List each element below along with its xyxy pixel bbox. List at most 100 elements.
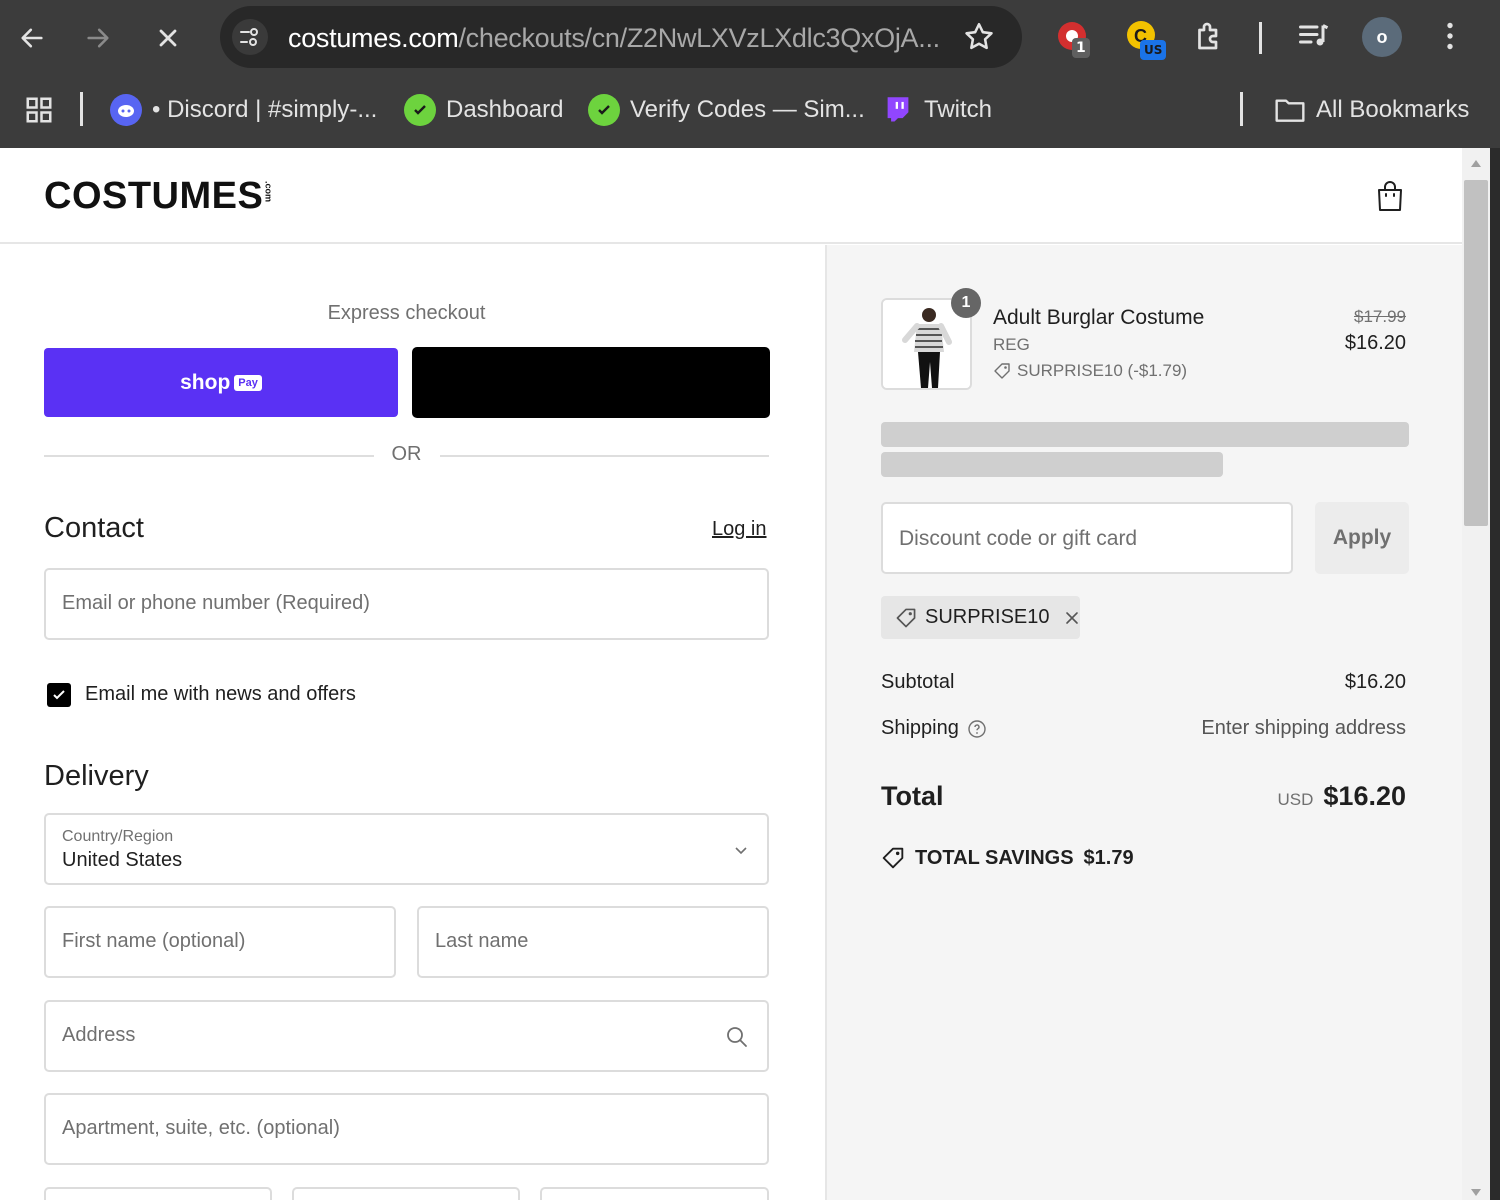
address-bar[interactable]: costumes.com/checkouts/cn/Z2NwLXVzLXdlc3…	[220, 6, 1022, 68]
original-price: $17.99	[1354, 307, 1406, 326]
email-field[interactable]: Email or phone number (Required)	[44, 568, 769, 640]
email-placeholder: Email or phone number (Required)	[62, 592, 370, 614]
apply-button[interactable]: Apply	[1315, 502, 1409, 574]
shop-pay-button[interactable]: shop Pay	[44, 348, 398, 417]
or-divider: OR	[44, 443, 769, 467]
discount-code-input[interactable]: Discount code or gift card	[881, 502, 1293, 574]
tag-icon	[896, 608, 916, 627]
folder-icon	[1275, 99, 1305, 122]
url-host: costumes.com	[288, 23, 459, 53]
login-link[interactable]: Log in	[712, 518, 767, 541]
bookmark-twitch[interactable]: Twitch	[882, 92, 992, 128]
all-bookmarks-button[interactable]: All Bookmarks	[1274, 92, 1469, 128]
shop-pay-label: shop	[180, 370, 231, 394]
scroll-down-icon[interactable]	[1470, 1188, 1482, 1198]
apartment-field[interactable]: Apartment, suite, etc. (optional)	[44, 1093, 769, 1165]
currency-code: USD	[1277, 790, 1314, 809]
bookmark-star-icon[interactable]	[962, 20, 996, 54]
product-discount: SURPRISE10 (-$1.79)	[993, 361, 1187, 381]
url-text[interactable]: costumes.com/checkouts/cn/Z2NwLXVzLXdlc3…	[288, 23, 940, 54]
twitch-icon	[882, 94, 914, 126]
apps-grid-icon	[26, 97, 52, 123]
check-badge-icon	[404, 94, 436, 126]
menu-kebab-icon[interactable]	[1432, 18, 1472, 58]
bookmarks-divider	[80, 92, 83, 126]
applied-code-chip: SURPRISE10	[881, 596, 1080, 639]
state-field[interactable]	[292, 1187, 520, 1200]
scrollbar-thumb[interactable]	[1464, 180, 1488, 526]
loading-skeleton	[881, 422, 1409, 447]
checkmark-icon	[53, 690, 65, 700]
extensions-puzzle-icon[interactable]	[1192, 18, 1232, 58]
bookmark-discord[interactable]: • Discord | #simply-...	[110, 92, 377, 128]
extension-badge: US	[1140, 40, 1167, 60]
product-variant: REG	[993, 335, 1030, 354]
first-name-field[interactable]: First name (optional)	[44, 906, 396, 978]
site-logo[interactable]: COSTUMES .com	[44, 175, 273, 218]
tag-icon	[882, 847, 904, 869]
shopping-bag-icon[interactable]	[1376, 179, 1404, 213]
checkout-form: Express checkout shop Pay OR Contact Log…	[0, 245, 825, 1200]
shipping-label: Shipping	[881, 717, 959, 739]
logo-suffix: .com	[263, 181, 274, 203]
bookmark-label: Verify Codes — Sim...	[630, 96, 865, 123]
help-circle-icon[interactable]	[967, 719, 987, 739]
item-price: $16.20	[1344, 332, 1406, 354]
red-extension-icon[interactable]: 1	[1054, 18, 1094, 58]
logo-text: COSTUMES	[44, 175, 264, 217]
tune-icon	[240, 28, 258, 46]
scroll-up-icon[interactable]	[1470, 158, 1482, 168]
bookmark-verify-codes[interactable]: Verify Codes — Sim...	[588, 92, 865, 128]
apartment-placeholder: Apartment, suite, etc. (optional)	[62, 1117, 340, 1139]
total-label: Total	[881, 781, 944, 811]
zip-field[interactable]	[540, 1187, 769, 1200]
product-name: Adult Burglar Costume	[993, 306, 1205, 329]
window-edge	[1490, 148, 1500, 1200]
checkout-page: COSTUMES .com Express checkout shop Pay O…	[0, 148, 1462, 1200]
forward-button[interactable]	[78, 18, 118, 58]
search-icon	[727, 1027, 747, 1047]
bookmarks-divider	[1240, 92, 1243, 126]
express-pay-button[interactable]	[412, 347, 770, 418]
back-button[interactable]	[12, 18, 52, 58]
savings-label: TOTAL SAVINGS	[915, 846, 1074, 869]
apps-button[interactable]	[24, 92, 54, 128]
shipping-value: Enter shipping address	[1201, 717, 1406, 739]
country-select[interactable]: Country/Region United States	[44, 813, 769, 885]
country-value: United States	[62, 849, 183, 871]
product-discount-text: SURPRISE10 (-$1.79)	[1017, 361, 1188, 380]
discount-code-placeholder: Discount code or gift card	[899, 527, 1138, 550]
delivery-heading: Delivery	[44, 760, 149, 792]
city-field[interactable]	[44, 1187, 272, 1200]
total-amount: USD $16.20	[1278, 781, 1407, 812]
media-queue-icon[interactable]	[1296, 18, 1336, 58]
bookmark-label: Dashboard	[446, 96, 564, 123]
yellow-extension-icon[interactable]: C US	[1124, 18, 1167, 60]
bookmark-label: • Discord | #simply-...	[152, 96, 378, 123]
news-checkbox[interactable]	[47, 683, 71, 707]
total-savings: TOTAL SAVINGS $1.79	[881, 846, 1134, 870]
url-path: /checkouts/cn/Z2NwLXVzLXdlc3QxOjA...	[458, 23, 940, 53]
applied-code-text: SURPRISE10	[925, 606, 1050, 628]
bookmark-dashboard[interactable]: Dashboard	[404, 92, 563, 128]
country-label: Country/Region	[62, 828, 174, 845]
stop-loading-button[interactable]	[148, 18, 188, 58]
address-placeholder: Address	[62, 1024, 136, 1046]
subtotal-label: Subtotal	[881, 671, 955, 693]
total-value: $16.20	[1323, 781, 1406, 811]
last-name-field[interactable]: Last name	[417, 906, 769, 978]
site-header: COSTUMES .com	[0, 148, 1462, 244]
profile-avatar[interactable]: o	[1362, 17, 1402, 57]
toolbar-divider	[1259, 22, 1262, 54]
remove-code-icon[interactable]	[1064, 610, 1080, 626]
chevron-down-icon	[735, 847, 747, 855]
address-field[interactable]: Address	[44, 1000, 769, 1072]
site-info-button[interactable]	[232, 19, 268, 55]
check-badge-icon	[588, 94, 620, 126]
express-checkout-label: Express checkout	[327, 302, 486, 324]
last-name-placeholder: Last name	[435, 930, 529, 952]
subtotal-value: $16.20	[1344, 671, 1406, 693]
quantity-badge: 1	[951, 288, 981, 318]
savings-value: $1.79	[1083, 846, 1134, 869]
news-checkbox-label[interactable]: Email me with news and offers	[85, 683, 356, 706]
